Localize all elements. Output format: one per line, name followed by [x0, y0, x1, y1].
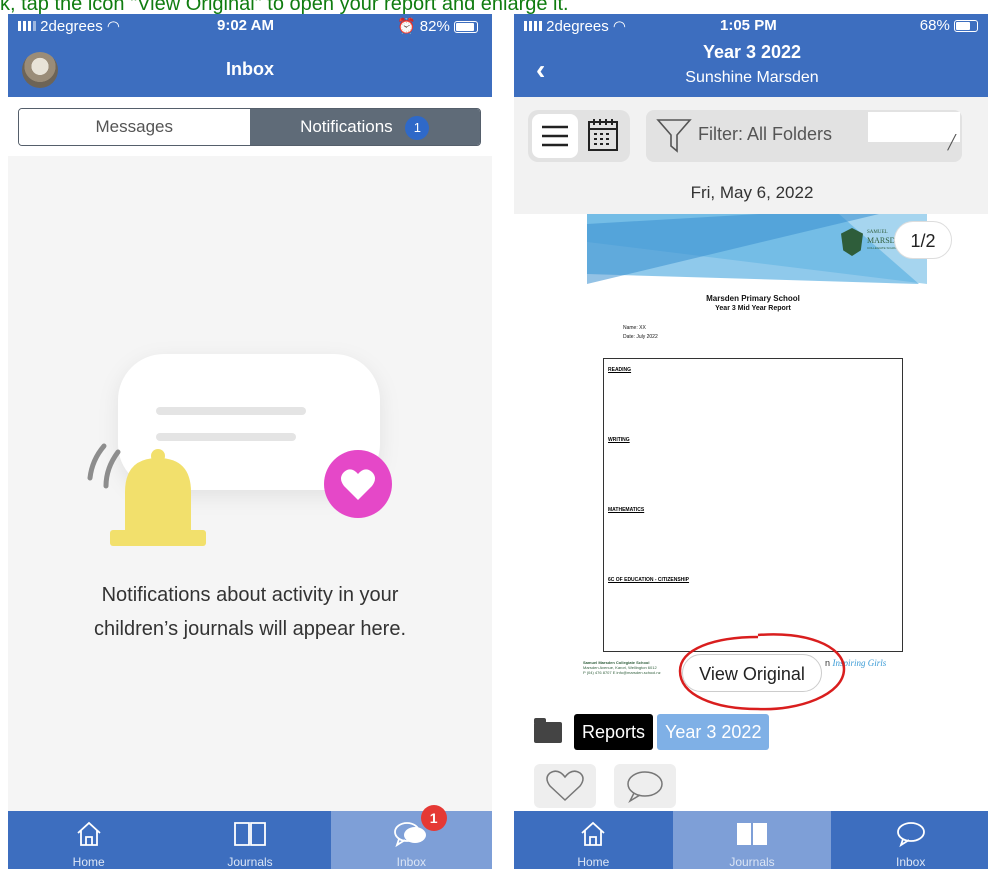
filter-label: Filter: All Folders	[698, 124, 833, 144]
signal-icon	[18, 21, 36, 31]
tab-messages[interactable]: Messages	[19, 109, 250, 145]
ring-line-2	[103, 449, 121, 489]
signal-icon	[524, 21, 542, 31]
empty-state-line-1: Notifications about activity in your	[101, 584, 399, 606]
filter-button[interactable]: Filter: All Folders ╱	[646, 110, 962, 162]
redacted-block	[868, 112, 960, 142]
section-citizenship: 6C OF EDUCATION - CITIZENSHIP	[608, 577, 690, 583]
bubble-line-1	[156, 407, 306, 415]
comment-button[interactable]	[614, 764, 676, 808]
status-time: 9:02 AM	[217, 17, 274, 34]
inbox-header: 2degrees ◠ 9:02 AM ⏰ 82% Inbox	[8, 14, 492, 97]
journal-title: Year 3 2022	[702, 42, 802, 62]
tab-inbox[interactable]: 1 Inbox	[330, 805, 492, 869]
notifications-empty-area: Notifications about activity in your chi…	[8, 156, 492, 811]
report-title: Year 3 Mid Year Report	[715, 305, 791, 312]
inbox-screen: 2degrees ◠ 9:02 AM ⏰ 82% Inbox Messages …	[8, 14, 492, 869]
journal-tag[interactable]: Year 3 2022	[657, 714, 770, 750]
section-reading: READING	[608, 367, 632, 373]
list-view-button[interactable]	[532, 114, 578, 158]
toolbar: Filter: All Folders ╱ Fri, May 6, 2022	[514, 97, 988, 229]
entry-date: Fri, May 6, 2022	[690, 183, 814, 202]
home-icon	[77, 821, 101, 846]
chat-icon	[896, 822, 925, 848]
tags-row: Reports Year 3 2022	[534, 714, 770, 750]
folder-icon	[534, 717, 562, 743]
page-indicator: 1/2	[894, 221, 952, 259]
speech-bubble-icon	[627, 771, 663, 803]
journal-screen: 2degrees ◠ 1:05 PM 68% ‹ Year 3 2022 Sun…	[514, 14, 988, 869]
notifications-count-badge: 1	[405, 115, 430, 140]
footer-contact: P (04) 476 8707 E info@marsden.school.nz	[583, 670, 661, 675]
filter-icon	[656, 119, 692, 153]
report-preview[interactable]: SAMUEL MARSDEN COLLEGIATE SCHOOL Marsden…	[579, 214, 927, 694]
wifi-icon: ◠	[106, 18, 120, 35]
like-button[interactable]	[534, 764, 596, 808]
bubble-line-2	[156, 433, 296, 441]
report-date-line: Date: July 2022	[623, 334, 658, 340]
tab-notifications[interactable]: Notifications 1	[249, 109, 480, 145]
right-tab-bar: Home Journals Inbox	[514, 811, 988, 869]
folder-tag-reports[interactable]: Reports	[574, 714, 654, 750]
ring-line-1	[87, 443, 107, 481]
battery-icon	[954, 20, 978, 33]
journal-subtitle: Sunshine Marsden	[685, 69, 819, 86]
heart-outline-icon	[546, 770, 584, 802]
report-school-name: Marsden Primary School	[706, 294, 800, 303]
status-battery: 68%	[920, 17, 978, 34]
highlight-circle	[678, 633, 846, 711]
journal-header: 2degrees ◠ 1:05 PM 68% ‹ Year 3 2022 Sun…	[514, 14, 988, 97]
left-tab-bar: Home Journals 1 Inbox	[8, 805, 492, 869]
alarm-icon: ⏰	[396, 18, 416, 35]
journal-entry-card: SAMUEL MARSDEN COLLEGIATE SCHOOL Marsden…	[514, 214, 988, 812]
tab-journals[interactable]: Journals	[672, 811, 832, 869]
report-name-line: Name: XX	[623, 325, 646, 331]
status-time: 1:05 PM	[720, 17, 777, 34]
tab-inbox[interactable]: Inbox	[831, 811, 988, 869]
empty-state-illustration	[87, 354, 392, 546]
battery-icon	[454, 21, 478, 34]
view-toggle	[528, 110, 630, 162]
book-icon	[737, 823, 767, 845]
tab-home[interactable]: Home	[514, 811, 673, 869]
status-carrier: 2degrees ◠	[18, 17, 120, 35]
status-battery: ⏰ 82%	[397, 17, 478, 35]
tab-journals[interactable]: Journals	[169, 811, 330, 869]
calendar-view-button[interactable]	[580, 114, 626, 158]
home-icon	[581, 821, 605, 846]
report-footer: Samuel Marsden Collegiate School Marsden…	[583, 660, 661, 675]
pencil-icon: ╱	[947, 134, 956, 150]
report-table: READING WRITING MATHEMATICS 6C OF EDUCAT…	[603, 358, 903, 652]
page-title: Inbox	[226, 59, 274, 79]
status-carrier: 2degrees ◠	[524, 17, 626, 35]
tab-home[interactable]: Home	[8, 811, 169, 869]
crest-icon	[841, 228, 863, 256]
inbox-badge: 1	[420, 805, 447, 831]
section-writing: WRITING	[608, 437, 630, 443]
calendar-icon	[588, 119, 618, 151]
heart-icon	[324, 450, 392, 518]
segmented-control: Messages Notifications 1	[18, 108, 481, 146]
menu-icon	[542, 125, 568, 147]
book-icon	[234, 822, 266, 846]
section-mathematics: MATHEMATICS	[608, 507, 645, 513]
wifi-icon: ◠	[612, 18, 626, 35]
empty-state-line-2: children’s journals will appear here.	[93, 618, 407, 640]
